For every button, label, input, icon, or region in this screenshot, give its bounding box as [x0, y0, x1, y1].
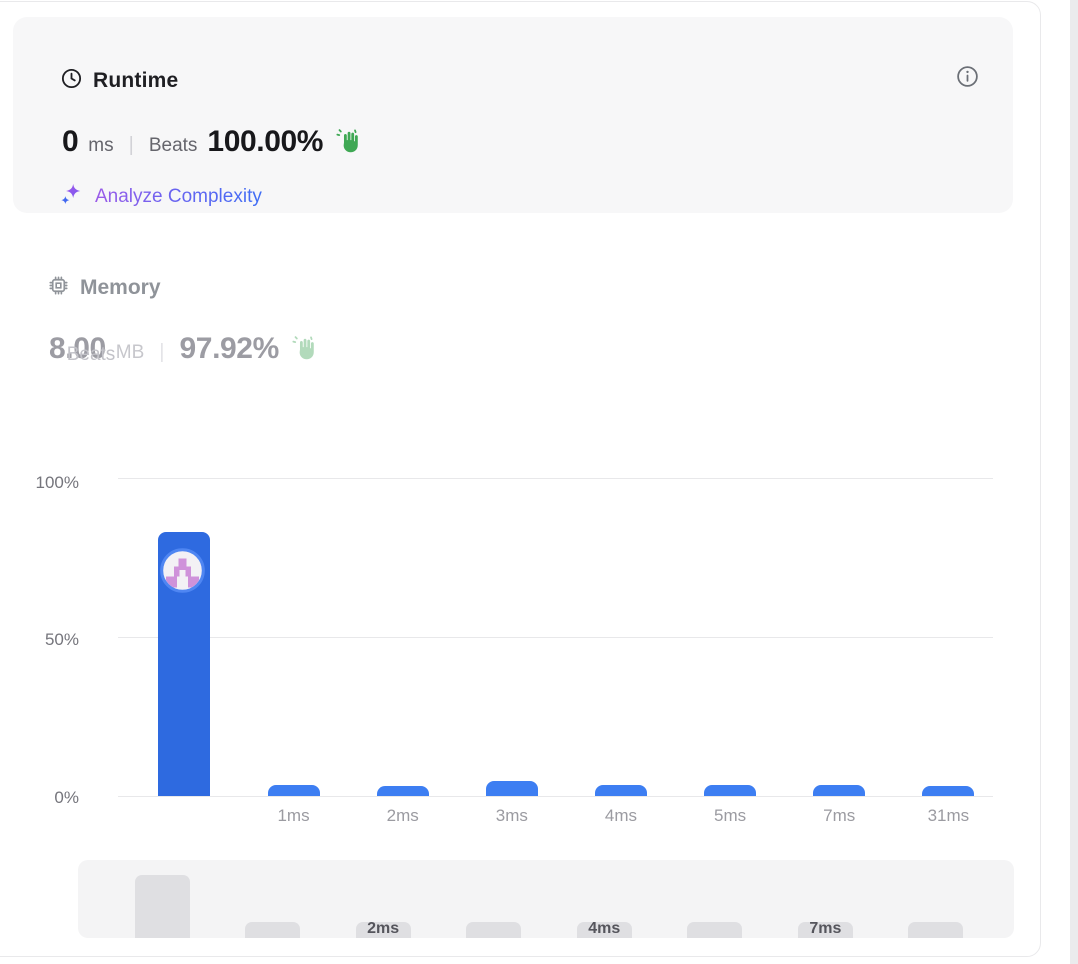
x-tick-5ms: 5ms	[714, 806, 747, 825]
memory-stats: 8.00 MB | Beats 97.92%	[49, 332, 319, 366]
histogram-bar-31ms[interactable]	[922, 786, 975, 796]
brush-bar-3ms	[466, 922, 522, 938]
beats-label: Beats	[66, 344, 116, 365]
runtime-stats: 0 ms | Beats 100.00%	[62, 125, 363, 159]
brush-bar-5ms	[687, 922, 743, 938]
histogram-bar-1ms[interactable]	[267, 784, 320, 796]
memory-tab[interactable]: Memory	[47, 274, 161, 302]
x-tick-1ms: 1ms	[277, 806, 310, 825]
beats-value: 100.00%	[207, 125, 324, 158]
chip-icon	[47, 274, 70, 302]
brush-label-4ms: 4ms	[588, 920, 621, 937]
runtime-distribution-brush[interactable]: 2ms 4ms 7ms	[78, 860, 1014, 938]
analyze-complexity-button[interactable]: Analyze Complexity	[59, 182, 262, 212]
waving-hand-icon	[336, 128, 363, 160]
panel-divider[interactable]	[1070, 0, 1078, 964]
beats-value: 97.92%	[179, 332, 280, 365]
gridline-100	[118, 478, 993, 479]
x-tick-31ms: 31ms	[927, 806, 970, 825]
x-tick-7ms: 7ms	[823, 806, 856, 825]
brush-bar-0ms	[134, 874, 190, 938]
runtime-unit: ms	[88, 135, 114, 156]
divider: |	[159, 341, 165, 363]
memory-title: Memory	[80, 276, 161, 299]
histogram-bar-4ms[interactable]	[594, 784, 647, 796]
divider: |	[128, 134, 134, 156]
histogram-bar-5ms[interactable]	[704, 784, 757, 796]
brush-bar-31ms	[908, 922, 964, 938]
y-tick-0: 0%	[54, 788, 79, 807]
runtime-title: Runtime	[93, 69, 179, 92]
x-tick-2ms: 2ms	[386, 806, 419, 825]
analyze-complexity-label: Analyze Complexity	[95, 186, 262, 207]
histogram-bar-2ms[interactable]	[376, 786, 429, 796]
info-icon[interactable]	[955, 64, 980, 89]
submission-result-panel: Runtime 0 ms | Beats 100.00% Analyze Com…	[0, 0, 1078, 964]
gridline-50	[118, 637, 993, 638]
histogram-bar-3ms[interactable]	[485, 781, 538, 796]
runtime-title-row: Runtime	[60, 67, 178, 95]
sparkles-icon	[59, 182, 84, 212]
y-tick-100: 100%	[35, 473, 79, 492]
beats-label: Beats	[148, 135, 198, 156]
gridline-0	[118, 796, 993, 797]
runtime-value: 0	[62, 125, 79, 158]
x-tick-3ms: 3ms	[495, 806, 528, 825]
y-tick-50: 50%	[44, 630, 79, 649]
clock-icon	[60, 67, 83, 95]
runtime-card: Runtime 0 ms | Beats 100.00% Analyze Com…	[13, 17, 1013, 213]
x-tick-4ms: 4ms	[604, 806, 638, 825]
brush-label-7ms: 7ms	[809, 920, 842, 937]
brush-label-2ms: 2ms	[367, 920, 400, 937]
brush-bar-1ms	[245, 922, 301, 938]
waving-hand-icon-faded	[292, 335, 319, 367]
user-avatar[interactable]	[160, 548, 205, 593]
histogram-bar-7ms[interactable]	[813, 784, 866, 796]
